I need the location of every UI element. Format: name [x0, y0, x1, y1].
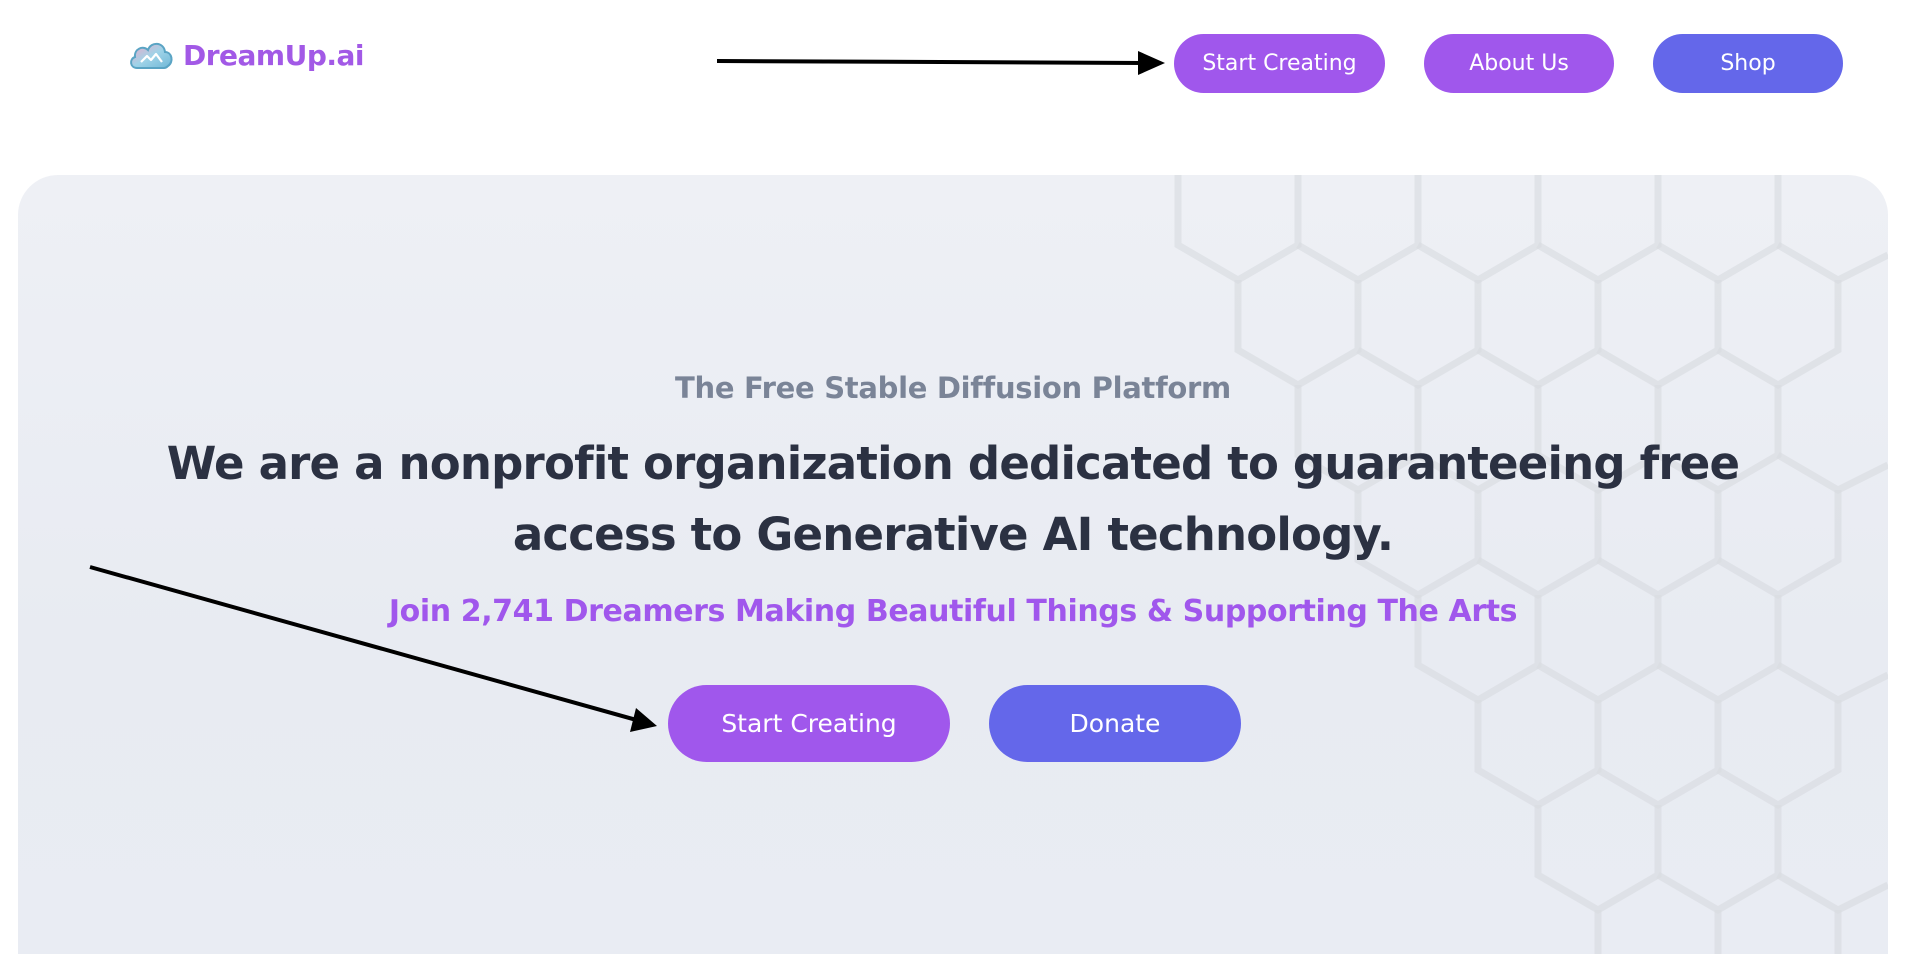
site-header: DreamUp.ai Start Creating About Us Shop	[0, 0, 1906, 130]
hero-headline: We are a nonprofit organization dedicate…	[166, 437, 1740, 561]
nav-start-creating-button[interactable]: Start Creating	[1174, 34, 1385, 93]
hero-content: The Free Stable Diffusion Platform We ar…	[18, 175, 1888, 954]
hero-subtitle: The Free Stable Diffusion Platform	[675, 371, 1231, 405]
logo-link[interactable]: DreamUp.ai	[127, 36, 365, 74]
hero-start-creating-button[interactable]: Start Creating	[668, 685, 950, 762]
cloud-icon	[130, 42, 173, 69]
hero-section: The Free Stable Diffusion Platform We ar…	[18, 175, 1888, 954]
hero-donate-button[interactable]: Donate	[989, 685, 1241, 762]
nav-about-us-button[interactable]: About Us	[1424, 34, 1614, 93]
logo-text: DreamUp.ai	[183, 38, 365, 72]
page: DreamUp.ai Start Creating About Us Shop	[0, 0, 1906, 954]
hero-tagline: Join 2,741 Dreamers Making Beautiful Thi…	[388, 594, 1518, 629]
nav-shop-button[interactable]: Shop	[1653, 34, 1843, 93]
